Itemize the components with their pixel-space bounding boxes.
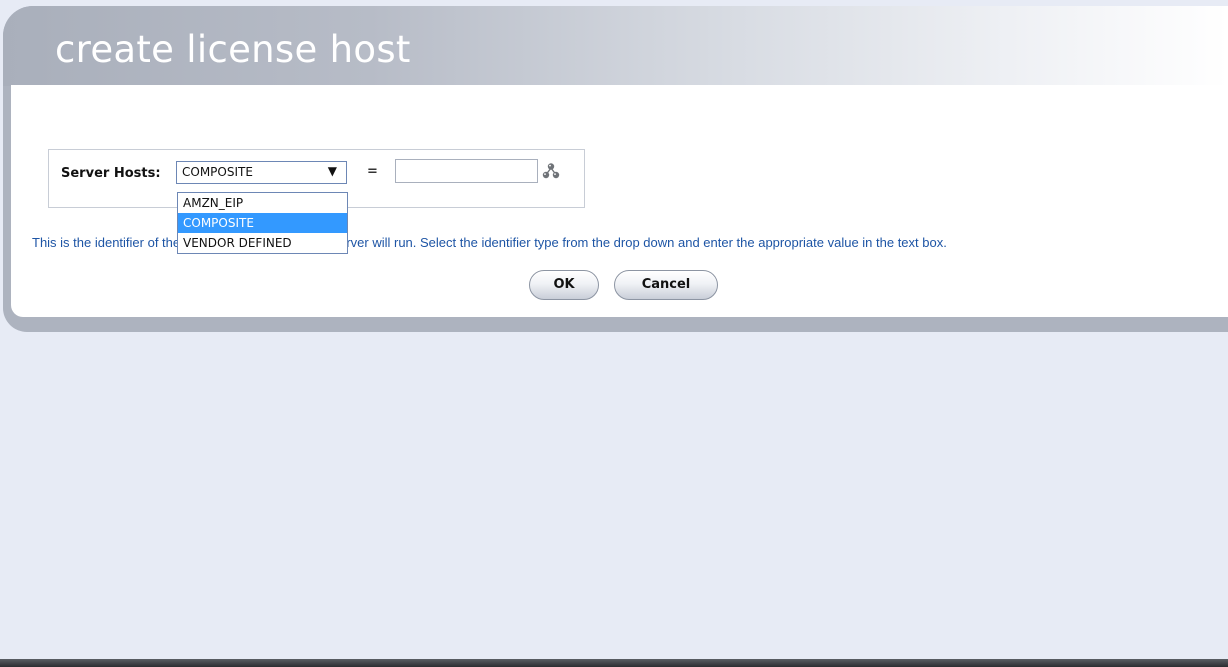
dialog-title: create license host bbox=[55, 28, 411, 71]
ok-button[interactable]: OK bbox=[529, 270, 599, 300]
server-hosts-label: Server Hosts: bbox=[61, 166, 161, 181]
host-type-selected-value: COMPOSITE bbox=[182, 165, 253, 179]
hierarchy-lookup-icon[interactable] bbox=[542, 162, 560, 180]
page: create license host Server Hosts: COMPOS… bbox=[0, 0, 1228, 667]
host-type-dropdown-list: AMZN_EIP COMPOSITE VENDOR DEFINED bbox=[177, 192, 348, 254]
create-license-host-dialog: create license host Server Hosts: COMPOS… bbox=[3, 6, 1228, 332]
dropdown-arrow-icon: ▼ bbox=[327, 164, 337, 178]
bottom-bar bbox=[0, 659, 1228, 667]
equals-sign: = bbox=[367, 164, 378, 179]
host-value-input[interactable] bbox=[395, 159, 538, 183]
dropdown-option-composite[interactable]: COMPOSITE bbox=[178, 213, 347, 233]
host-type-select[interactable]: COMPOSITE ▼ bbox=[176, 161, 347, 184]
dialog-body: Server Hosts: COMPOSITE ▼ = This is the … bbox=[11, 85, 1228, 317]
host-identifier-help-text: This is the identifier of the host on wh… bbox=[32, 235, 947, 250]
dropdown-option-vendor-defined[interactable]: VENDOR DEFINED bbox=[178, 233, 347, 253]
dropdown-option-amzn-eip[interactable]: AMZN_EIP bbox=[178, 193, 347, 213]
cancel-button[interactable]: Cancel bbox=[614, 270, 718, 300]
dialog-header: create license host bbox=[3, 6, 1228, 86]
